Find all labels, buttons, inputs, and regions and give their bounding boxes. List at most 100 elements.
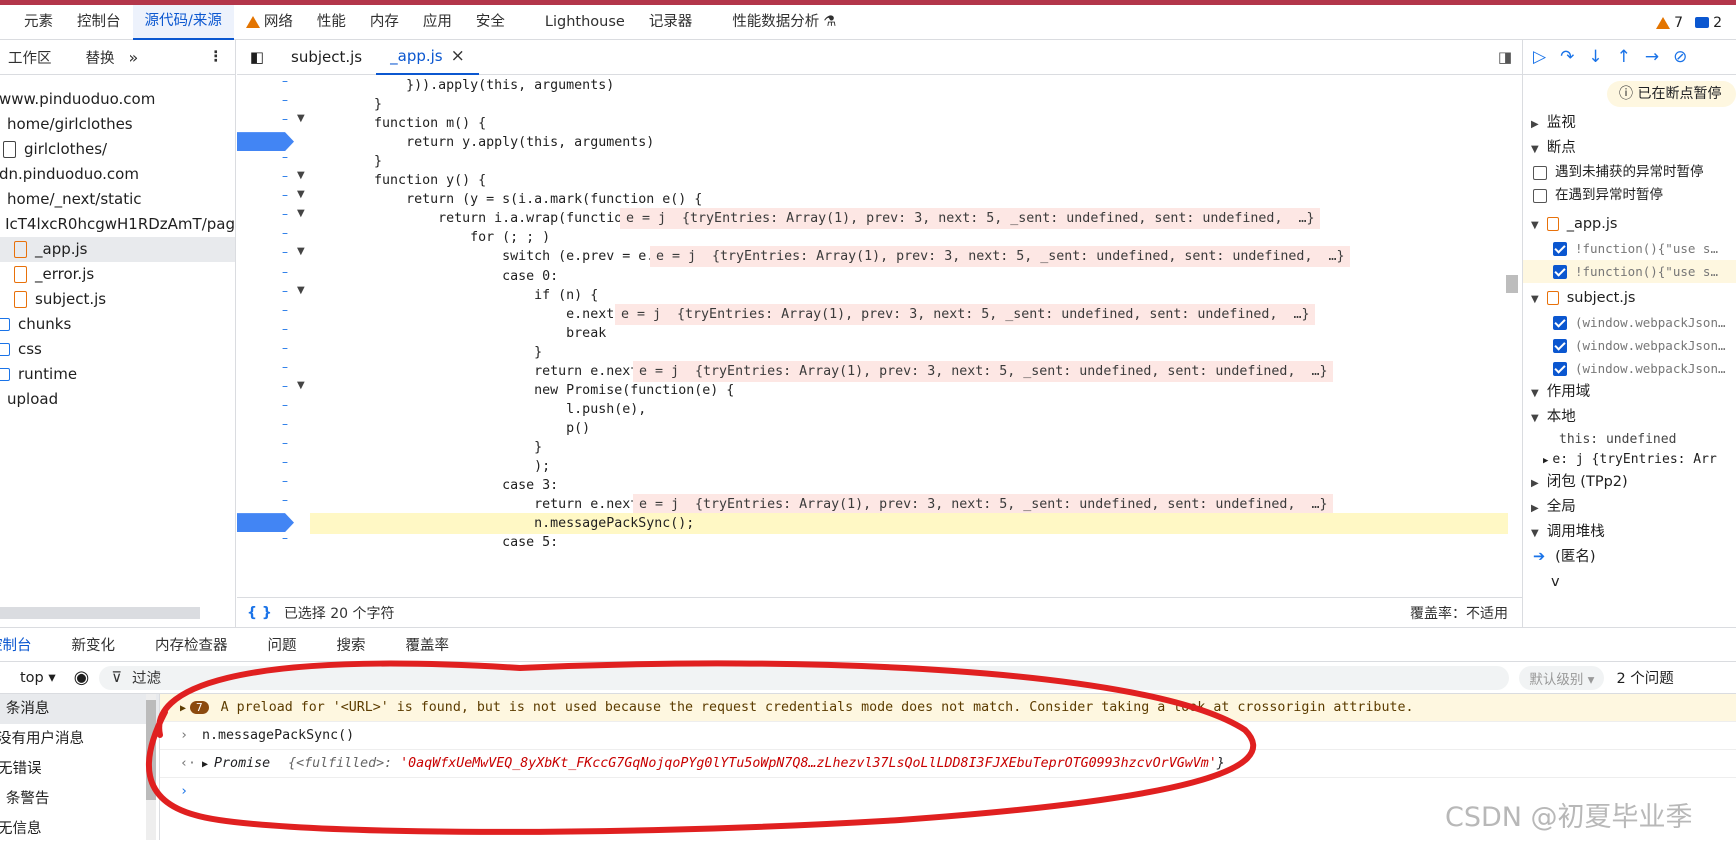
- filter-input[interactable]: ⊽ 过滤: [99, 665, 1510, 690]
- tree-file-app[interactable]: _app.js: [0, 237, 235, 262]
- resume-icon[interactable]: ▷: [1533, 47, 1546, 67]
- code-line[interactable]: );: [310, 456, 1508, 477]
- sidebar-scrollbar[interactable]: [146, 694, 156, 840]
- section-scope[interactable]: ▼ 作用域: [1523, 380, 1736, 405]
- tab-workspace[interactable]: 工作区: [0, 47, 62, 68]
- log-level-dropdown[interactable]: 默认级别 ▾: [1519, 665, 1605, 690]
- breakpoint-item-active[interactable]: !function(){"use s…: [1523, 260, 1736, 283]
- fold-arrow-icon[interactable]: ▼: [297, 170, 305, 181]
- code-line[interactable]: }: [310, 342, 1508, 363]
- checkbox[interactable]: [1533, 165, 1547, 180]
- pause-caught-checkbox[interactable]: 在遇到异常时暂停: [1523, 184, 1736, 207]
- section-callstack[interactable]: ▼ 调用堆栈: [1523, 520, 1736, 545]
- gutter-line[interactable]: –: [237, 74, 310, 96]
- tab-coverage[interactable]: 覆盖率: [386, 634, 470, 655]
- gutter-line[interactable]: –: [237, 93, 310, 115]
- breakpoint-item[interactable]: (window.webpackJson…: [1523, 311, 1736, 334]
- gutter-line[interactable]: –: [237, 303, 310, 325]
- menu-icon[interactable]: ⋮: [209, 49, 224, 65]
- code-line[interactable]: case 5:: [310, 532, 1508, 553]
- breakpoint-item[interactable]: (window.webpackJson…: [1523, 334, 1736, 357]
- code-line[interactable]: case 3:: [310, 475, 1508, 496]
- caret-right-icon[interactable]: ▶: [180, 703, 186, 714]
- code-line[interactable]: switch (e.prev = e.next) {e = j {tryEntr…: [310, 246, 1508, 268]
- checkbox[interactable]: [1553, 241, 1567, 256]
- code-line[interactable]: case 0:: [310, 266, 1508, 287]
- fold-arrow-icon[interactable]: ▼: [297, 380, 305, 391]
- tree-folder-girlclothes[interactable]: home/girlclothes: [0, 112, 235, 137]
- code-line[interactable]: return e.next = 3, e = j {tryEntries: Arr…: [310, 360, 1508, 382]
- code-line[interactable]: l.push(e),: [310, 399, 1508, 420]
- scope-closure[interactable]: ▶ 闭包 (TPp2): [1523, 470, 1736, 495]
- filter-all-messages[interactable]: 7 条消息: [0, 694, 159, 724]
- fold-arrow-icon[interactable]: ▼: [297, 113, 305, 124]
- bp-file-app[interactable]: ▼ _app.js: [1523, 212, 1736, 237]
- gutter-line[interactable]: –: [237, 474, 310, 496]
- pretty-print-icon[interactable]: { }: [247, 605, 272, 621]
- tree-file-error[interactable]: _error.js: [0, 262, 235, 287]
- callframe-v[interactable]: v: [1523, 570, 1736, 595]
- editor-tab-app[interactable]: _app.js ×: [376, 40, 479, 75]
- gutter-line[interactable]: – ▼: [237, 379, 310, 401]
- tab-whats-new[interactable]: 新变化: [52, 634, 136, 655]
- eye-icon[interactable]: ◉: [74, 667, 90, 688]
- line-gutter[interactable]: – – – ▼ – – ▼ – ▼ – ▼ – – ▼ – – ▼ – – – – – ▼ – – – – – – –: [237, 74, 310, 595]
- tab-recorder[interactable]: 记录器: [637, 5, 705, 40]
- code-line[interactable]: return (y = s(i.a.mark(function e() {: [310, 189, 1508, 210]
- scroll-thumb[interactable]: [1506, 275, 1518, 293]
- fold-arrow-icon[interactable]: ▼: [297, 285, 305, 296]
- fold-arrow-icon[interactable]: ▼: [297, 246, 305, 257]
- gutter-line[interactable]: –: [237, 150, 310, 172]
- step-into-icon[interactable]: ↓: [1588, 47, 1602, 67]
- scope-global[interactable]: ▶ 全局: [1523, 495, 1736, 520]
- code-line[interactable]: for (; ; ): [310, 227, 1508, 248]
- checkbox[interactable]: [1533, 188, 1547, 203]
- tab-overrides[interactable]: 替换: [76, 47, 125, 68]
- code-line[interactable]: if (n) {: [310, 285, 1508, 306]
- message-counter[interactable]: 2: [1695, 15, 1722, 31]
- code-line[interactable]: }: [310, 94, 1508, 115]
- tab-memory-inspector[interactable]: 内存检查器: [135, 634, 248, 655]
- gutter-line[interactable]: –: [237, 493, 310, 515]
- context-selector[interactable]: top ▾: [20, 670, 56, 686]
- vertical-scrollbar[interactable]: [1506, 80, 1518, 595]
- tab-sources[interactable]: 源代码/来源: [132, 4, 234, 40]
- filter-user-messages[interactable]: 没有用户消息: [0, 724, 159, 754]
- gutter-line[interactable]: –: [237, 341, 310, 363]
- tab-console[interactable]: 控制台: [65, 5, 133, 40]
- step-icon[interactable]: →: [1645, 47, 1659, 67]
- tree-folder-css[interactable]: css: [0, 337, 235, 362]
- section-breakpoints[interactable]: ▼ 断点: [1523, 136, 1736, 161]
- gutter-line[interactable]: –: [237, 322, 310, 344]
- scope-e[interactable]: ▶ e: j {tryEntries: Arr: [1523, 450, 1736, 470]
- issues-count[interactable]: 2 个问题: [1616, 667, 1673, 688]
- tree-file-girlclothes[interactable]: girlclothes/: [0, 137, 235, 162]
- tab-console[interactable]: 控制台: [0, 634, 52, 655]
- tab-security[interactable]: 安全: [464, 5, 517, 40]
- fold-arrow-icon[interactable]: ▼: [297, 208, 305, 219]
- gutter-line[interactable]: – ▼: [237, 169, 310, 191]
- checkbox[interactable]: [1553, 338, 1567, 353]
- code-line[interactable]: function y() {: [310, 170, 1508, 191]
- gutter-line[interactable]: –: [237, 226, 310, 248]
- tab-lighthouse[interactable]: Lighthouse: [517, 5, 637, 40]
- checkbox[interactable]: [1553, 315, 1567, 330]
- tab-application[interactable]: 应用: [411, 5, 464, 40]
- bp-file-subject[interactable]: ▼ subject.js: [1523, 286, 1736, 311]
- gutter-line[interactable]: – ▼: [237, 188, 310, 210]
- step-over-icon[interactable]: ↷: [1560, 47, 1574, 67]
- checkbox[interactable]: [1553, 264, 1567, 279]
- scroll-thumb[interactable]: [146, 700, 156, 800]
- tree-domain-cdn[interactable]: dn.pinduoduo.com: [0, 162, 235, 187]
- gutter-line[interactable]: –: [237, 455, 310, 477]
- callframe-anonymous[interactable]: ➔ (匿名): [1523, 545, 1736, 570]
- code-line[interactable]: p(): [310, 418, 1508, 439]
- code-line[interactable]: e.next = 3; e = j {tryEntries: Array(1), …: [310, 303, 1508, 325]
- filter-info[interactable]: 无信息: [0, 814, 159, 844]
- tree-folder-upload[interactable]: upload: [0, 387, 235, 412]
- code-line[interactable]: }: [310, 151, 1508, 172]
- tab-network[interactable]: 网络: [234, 5, 305, 40]
- scope-local[interactable]: ▼ 本地: [1523, 405, 1736, 430]
- tree-file-subject[interactable]: subject.js: [0, 287, 235, 312]
- editor-tab-subject[interactable]: subject.js: [277, 40, 376, 75]
